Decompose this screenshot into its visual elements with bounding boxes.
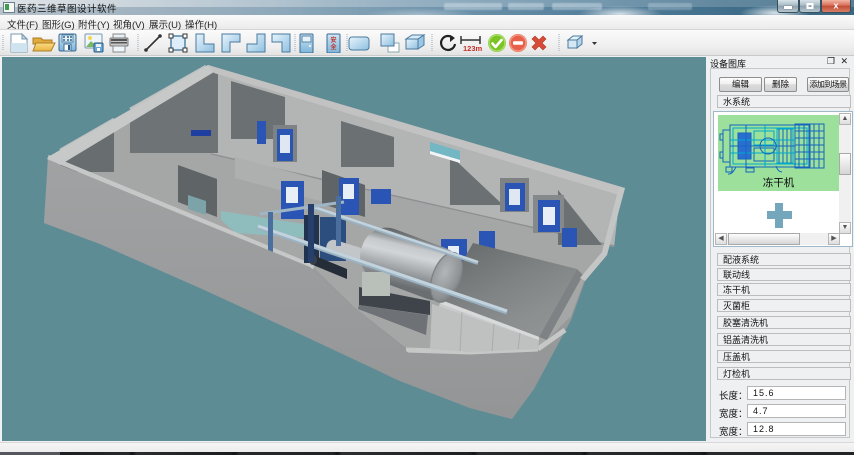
svg-text:全: 全 xyxy=(329,43,337,51)
svg-text:安: 安 xyxy=(330,36,336,44)
svg-text:123m: 123m xyxy=(463,44,483,53)
